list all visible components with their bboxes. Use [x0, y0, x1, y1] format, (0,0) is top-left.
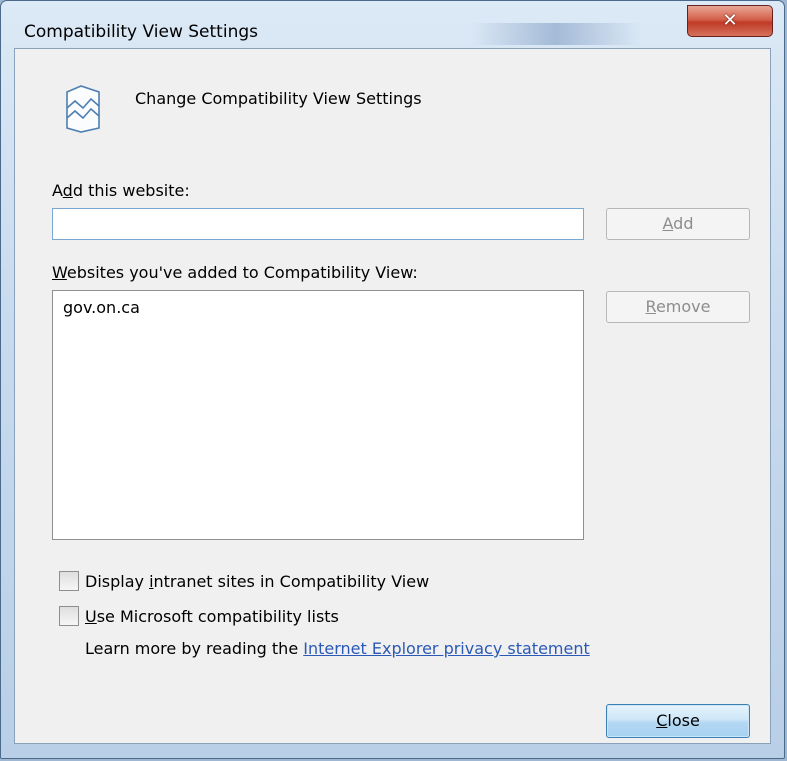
title-bar[interactable]: Compatibility View Settings ✕ — [1, 1, 784, 49]
close-icon: ✕ — [722, 10, 738, 31]
dialog-window: Compatibility View Settings ✕ Change Com… — [0, 0, 785, 759]
websites-listbox[interactable]: gov.on.ca — [52, 290, 584, 540]
close-button[interactable]: Close — [606, 704, 750, 738]
add-button[interactable]: Add — [606, 208, 750, 240]
dialog-content: Change Compatibility View Settings Add t… — [14, 48, 771, 744]
window-title: Compatibility View Settings — [24, 22, 258, 42]
learn-more-text: Learn more by reading the Internet Explo… — [85, 639, 590, 658]
remove-button[interactable]: Remove — [606, 291, 750, 323]
list-item[interactable]: gov.on.ca — [63, 298, 140, 317]
privacy-statement-link[interactable]: Internet Explorer privacy statement — [303, 639, 590, 658]
websites-list-label: Websites you've added to Compatibility V… — [52, 263, 418, 282]
intranet-checkbox[interactable] — [59, 571, 79, 591]
add-website-input[interactable] — [52, 208, 584, 240]
add-website-label: Add this website: — [52, 181, 190, 200]
ms-lists-checkbox-label[interactable]: Use Microsoft compatibility lists — [85, 607, 339, 626]
ms-lists-checkbox[interactable] — [59, 606, 79, 626]
titlebar-glass-streak — [471, 23, 641, 45]
window-close-button[interactable]: ✕ — [687, 5, 773, 37]
intranet-checkbox-label[interactable]: Display intranet sites in Compatibility … — [85, 572, 429, 591]
compatibility-view-icon — [61, 84, 105, 134]
header-title: Change Compatibility View Settings — [135, 89, 422, 108]
